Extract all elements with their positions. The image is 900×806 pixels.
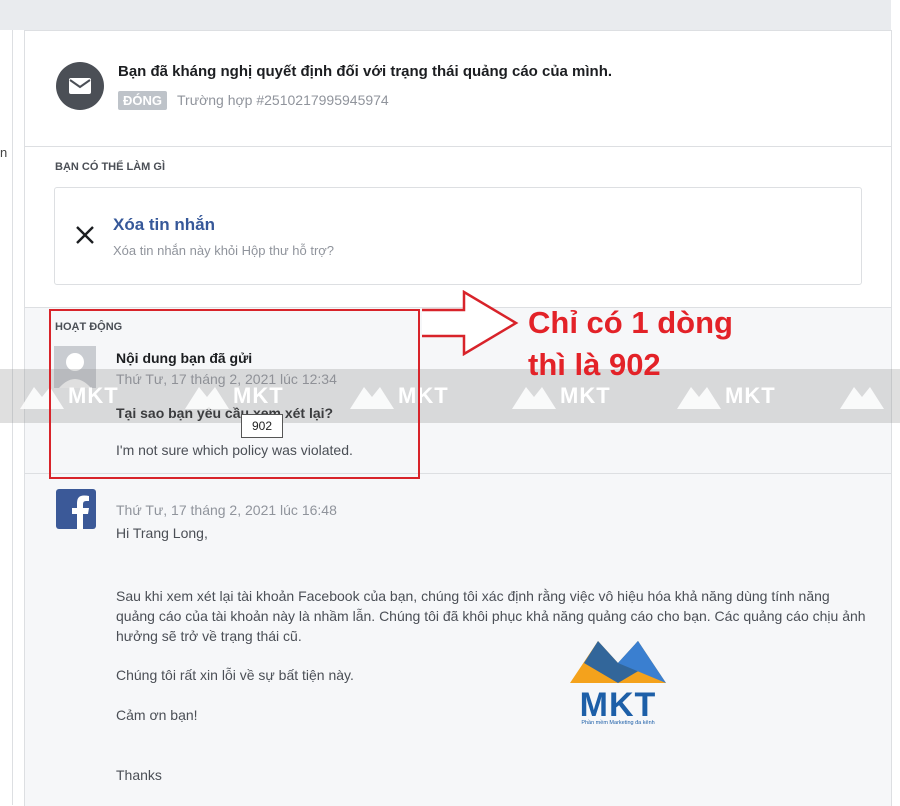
- message2-paragraph3: Cảm ơn bạn!: [116, 707, 198, 723]
- tooltip-902: 902: [241, 414, 283, 438]
- annotation-line2: thì là 902: [528, 347, 661, 382]
- mkt-logo: MKT Phần mềm Marketing đa kênh: [568, 633, 668, 726]
- annotation-highlight-box: [49, 309, 420, 479]
- message2-greeting: Hi Trang Long,: [116, 525, 208, 541]
- annotation-arrow-icon: [422, 290, 519, 356]
- mkt-mountain-icon: [570, 641, 666, 683]
- watermark-item: [840, 379, 884, 413]
- mkt-logo-text: MKT: [579, 686, 657, 724]
- mkt-logo-tagline: Phần mềm Marketing đa kênh: [581, 720, 655, 726]
- delete-message-link[interactable]: Xóa tin nhắn: [113, 215, 215, 235]
- message2-paragraph2: Chúng tôi rất xin lỗi về sự bất tiện này…: [116, 667, 354, 683]
- delete-message-action[interactable]: Xóa tin nhắn Xóa tin nhắn này khỏi Hộp t…: [54, 187, 862, 285]
- message2-timestamp: Thứ Tư, 17 tháng 2, 2021 lúc 16:48: [116, 502, 337, 518]
- mkt-logo-icon: [677, 387, 721, 409]
- mkt-logo-icon: [512, 387, 556, 409]
- delete-message-description: Xóa tin nhắn này khỏi Hộp thư hỗ trợ?: [113, 243, 335, 258]
- facebook-logo-icon: [56, 489, 96, 529]
- message-title: Bạn đã kháng nghị quyết định đối với trạ…: [118, 63, 613, 80]
- close-icon: [76, 226, 94, 244]
- message2-paragraph4: Thanks: [116, 767, 162, 783]
- mkt-logo-icon: [840, 387, 884, 409]
- header-divider: [25, 146, 891, 147]
- status-badge: ĐÓNG: [118, 91, 167, 110]
- envelope-icon: [56, 62, 104, 110]
- top-bar: [0, 0, 891, 30]
- message2-paragraph1: Sau khi xem xét lại tài khoản Facebook c…: [116, 588, 866, 644]
- annotation-text: Chỉ có 1 dòng thì là 902: [528, 302, 733, 386]
- case-number: Trường hợp #2510217995945974: [177, 92, 389, 108]
- annotation-line1: Chỉ có 1 dòng: [528, 305, 733, 340]
- actions-section-label: BẠN CÓ THỂ LÀM GÌ: [55, 161, 165, 173]
- left-panel-cut-text: n: [0, 145, 8, 160]
